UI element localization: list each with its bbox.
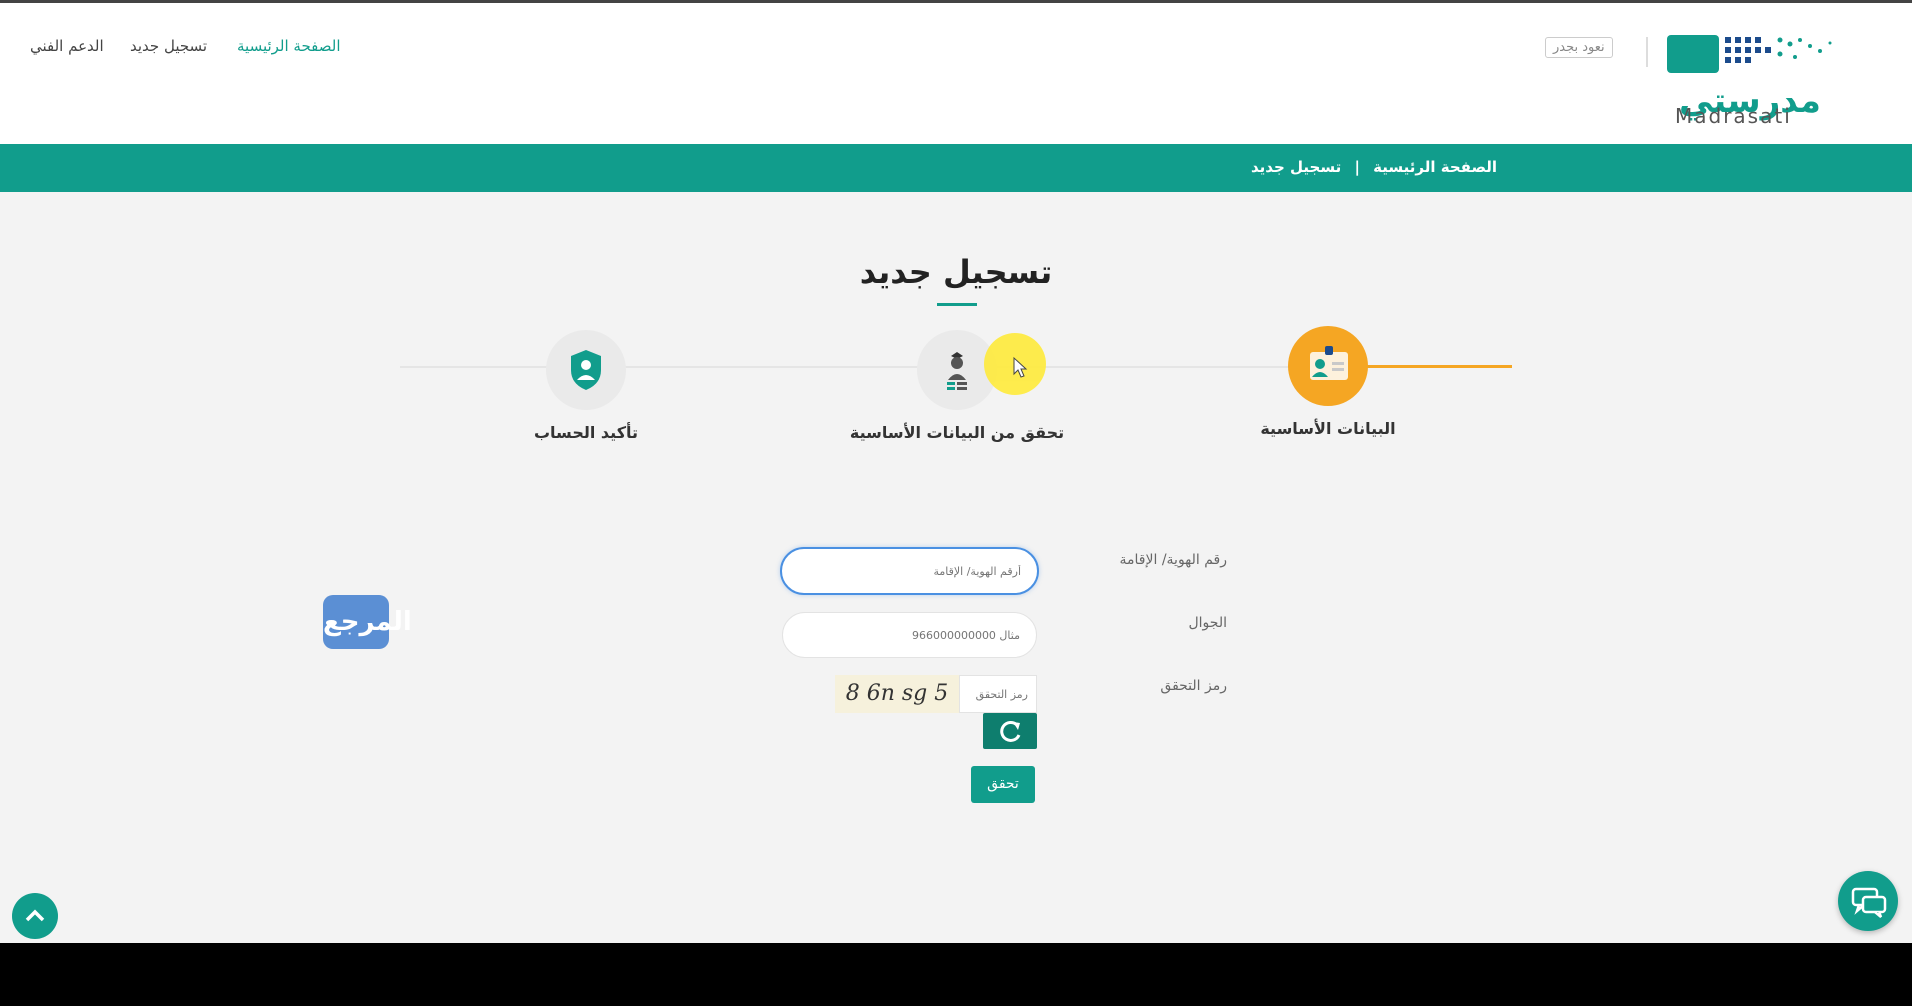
nav-home[interactable]: الصفحة الرئيسية [237, 37, 341, 55]
verify-button[interactable]: تحقق [971, 766, 1035, 803]
step-2-label: تحقق من البيانات الأساسية [849, 423, 1065, 442]
breadcrumb: الصفحة الرئيسية | تسجيل جديد [1251, 158, 1497, 176]
nav-new-registration[interactable]: تسجيل جديد [130, 37, 207, 55]
captcha-input[interactable] [959, 675, 1037, 713]
site-header: الدعم الفني تسجيل جديد الصفحة الرئيسية ن… [0, 3, 1912, 144]
breadcrumb-current: تسجيل جديد [1251, 158, 1342, 176]
step-3-label: تأكيد الحساب [533, 423, 639, 442]
step-1-circle [1288, 326, 1368, 406]
madrasati-logo[interactable]: مدرستي Madrasati [1655, 29, 1845, 129]
breadcrumb-separator: | [1354, 158, 1360, 176]
nav-technical-support[interactable]: الدعم الفني [30, 37, 104, 55]
breadcrumb-bar: الصفحة الرئيسية | تسجيل جديد [0, 144, 1912, 192]
captcha-label: رمز التحقق [1160, 678, 1227, 694]
title-underline [937, 303, 977, 306]
page-title: تسجيل جديد [859, 253, 1053, 291]
id-number-label: رقم الهوية/ الإقامة [1119, 552, 1227, 568]
scroll-to-top-button[interactable] [12, 893, 58, 939]
cursor-icon [1013, 356, 1028, 378]
chevron-up-icon [25, 909, 45, 922]
back-link[interactable]: نعود بجدر [1545, 37, 1613, 58]
mobile-label: الجوال [1188, 615, 1228, 631]
browser-viewport: الدعم الفني تسجيل جديد الصفحة الرئيسية ن… [0, 0, 1912, 943]
captcha-image: 8 6n sg 5 [835, 675, 959, 713]
mobile-input[interactable] [782, 612, 1037, 658]
logo-wordmark-en: Madrasati [1675, 104, 1792, 128]
header-divider [1646, 37, 1648, 67]
breadcrumb-home[interactable]: الصفحة الرئيسية [1373, 158, 1497, 176]
logo-mark [1667, 35, 1832, 73]
id-card-user-icon [1310, 346, 1348, 380]
refresh-captcha-button[interactable] [983, 713, 1037, 749]
chat-support-button[interactable] [1838, 871, 1898, 931]
step-1-label: البيانات الأساسية [1260, 419, 1396, 438]
step-3-circle [546, 330, 626, 410]
refresh-icon [1000, 720, 1021, 742]
id-number-input[interactable] [780, 547, 1039, 595]
cursor-highlight [984, 333, 1046, 395]
watermark-logo: المرجع [323, 595, 412, 649]
shield-user-icon [571, 350, 601, 390]
chat-icon [1851, 887, 1887, 918]
